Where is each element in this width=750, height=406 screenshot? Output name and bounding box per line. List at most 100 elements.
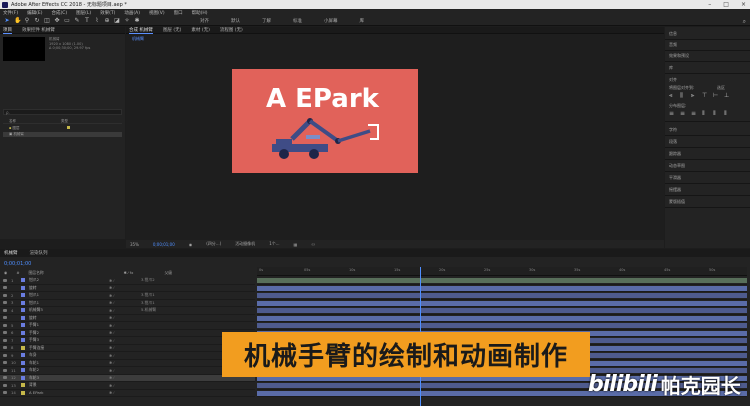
layer-label-color[interactable] <box>21 330 25 335</box>
selection-tool-icon[interactable]: ➤ <box>4 18 10 24</box>
timeline-layer-row[interactable]: 13 背景 ✱ ⁄ <box>0 382 255 390</box>
panel-align[interactable]: 对齐 <box>669 77 677 83</box>
close-icon[interactable]: × <box>741 1 746 8</box>
menu-window[interactable]: 窗口 <box>174 10 183 16</box>
rectangle-tool-icon[interactable]: ▭ <box>64 18 70 24</box>
column-parent[interactable]: 父级 <box>165 270 173 276</box>
layer-name[interactable]: 车轮3 <box>29 375 109 381</box>
visibility-eye-icon[interactable] <box>3 323 7 327</box>
minimize-icon[interactable]: – <box>708 1 711 8</box>
tab-composition[interactable]: 合成 机械臂 <box>129 27 153 34</box>
align-left-icon[interactable]: ⫷ <box>669 93 675 99</box>
menu-animation[interactable]: 动画(A) <box>124 10 140 16</box>
timeline-layer-row[interactable]: 14 A EPark ✱ ⁄ <box>0 390 255 397</box>
pen-tool-icon[interactable]: ✎ <box>74 18 80 24</box>
menu-layer[interactable]: 图层(L) <box>76 10 91 16</box>
layer-label-color[interactable] <box>21 353 25 358</box>
visibility-eye-icon[interactable] <box>3 391 7 395</box>
visibility-eye-icon[interactable] <box>3 346 7 350</box>
visibility-eye-icon[interactable] <box>3 353 7 357</box>
visibility-eye-icon[interactable] <box>3 308 7 312</box>
current-timecode[interactable]: 0;00;01;00 <box>153 242 175 247</box>
timeline-layer-row[interactable]: 5 手臂1 ✱ ⁄ <box>0 322 255 330</box>
timeline-current-time[interactable]: 0;00;01;00 <box>4 261 31 267</box>
views-dropdown[interactable]: 1个... <box>269 241 279 247</box>
layer-switches-icon[interactable]: ✱ ⁄ <box>109 300 141 305</box>
layer-label-color[interactable] <box>21 375 25 380</box>
layer-switches-icon[interactable]: ✱ ⁄ <box>109 278 141 283</box>
timeline-layer-row[interactable]: 4 机械臂3 ✱ ⁄ 5.机械臂 <box>0 307 255 315</box>
pan-behind-tool-icon[interactable]: ✥ <box>54 18 60 24</box>
layer-label-color[interactable] <box>21 300 25 305</box>
project-search-input[interactable]: ρ. <box>3 109 122 115</box>
timeline-layer-row[interactable]: 3 钳爪1 ✱ ⁄ 3.钳爪1 <box>0 300 255 307</box>
eraser-tool-icon[interactable]: ◪ <box>114 18 120 24</box>
project-item-folder[interactable]: ▪ 图层 <box>3 126 122 131</box>
distribute-bottom-icon[interactable]: ≡ <box>691 111 697 117</box>
layer-label-color[interactable] <box>21 285 25 290</box>
layer-switches-icon[interactable]: ✱ ⁄ <box>109 323 141 328</box>
layer-switches-icon[interactable]: ✱ ⁄ <box>109 338 141 343</box>
panel-mask-interpolation[interactable]: 蒙版插值 <box>669 199 685 205</box>
visibility-eye-icon[interactable] <box>3 316 7 320</box>
workspace-standard[interactable]: 标准 <box>293 18 302 24</box>
roto-tool-icon[interactable]: ✧ <box>124 18 130 24</box>
layer-label-color[interactable] <box>21 338 25 343</box>
layer-switches-icon[interactable]: ✱ ⁄ <box>109 293 141 298</box>
workspace-align[interactable]: 对齐 <box>200 18 209 24</box>
layer-duration-bar[interactable] <box>257 323 747 328</box>
brush-tool-icon[interactable]: ⌇ <box>94 18 100 24</box>
timeline-layer-row[interactable]: 8 手臂连接 ✱ ⁄ <box>0 345 255 352</box>
search-help-icon[interactable]: ⌕ <box>743 18 746 26</box>
camera-dropdown[interactable]: 活动摄像机 <box>235 241 255 247</box>
timeline-layer-row[interactable]: 1 钳爪2 ✱ ⁄ 3.钳爪2 <box>0 277 255 285</box>
flowchart-icon[interactable]: ⚇ <box>311 242 315 247</box>
resolution-dropdown[interactable]: (四分...) <box>206 241 221 247</box>
clone-tool-icon[interactable]: ⊕ <box>104 18 110 24</box>
puppet-tool-icon[interactable]: ✱ <box>134 18 140 24</box>
snapshot-icon[interactable]: ◉ <box>189 242 193 247</box>
layer-parent[interactable]: 3.钳爪1 <box>141 300 155 306</box>
tab-footage[interactable]: 素材 (无) <box>191 27 209 33</box>
layer-switches-icon[interactable]: ✱ ⁄ <box>109 383 141 388</box>
rotate-tool-icon[interactable]: ↻ <box>34 18 40 24</box>
layer-name[interactable]: 手臂3 <box>29 337 109 343</box>
layer-switches-icon[interactable]: ✱ ⁄ <box>109 390 141 395</box>
visibility-eye-icon[interactable] <box>3 383 7 387</box>
menu-composition[interactable]: 合成(C) <box>51 10 67 16</box>
layer-name[interactable]: 手臂连接 <box>29 345 109 351</box>
layer-switches-icon[interactable]: ✱ ⁄ <box>109 345 141 350</box>
maximize-icon[interactable]: □ <box>723 1 729 8</box>
align-bottom-icon[interactable]: ⊥ <box>724 93 730 99</box>
panel-libraries[interactable]: 库 <box>669 65 673 71</box>
layer-duration-bar[interactable] <box>257 308 747 313</box>
layer-label-color[interactable] <box>21 345 25 350</box>
column-type[interactable]: 类型 <box>61 119 68 123</box>
align-right-icon[interactable]: ⫸ <box>691 93 697 99</box>
panel-character[interactable]: 字符 <box>669 127 677 133</box>
visibility-eye-icon[interactable] <box>3 376 7 380</box>
timeline-layer-row[interactable]: 6 手臂2 ✱ ⁄ <box>0 330 255 337</box>
layer-switches-icon[interactable]: ✱ ⁄ <box>109 375 141 380</box>
layer-duration-bar[interactable] <box>257 300 747 306</box>
visibility-eye-icon[interactable] <box>3 301 7 305</box>
layer-name[interactable]: 车身 <box>29 352 109 358</box>
layer-name[interactable]: 旋转 <box>29 315 109 321</box>
distribute-right-icon[interactable]: ⦀ <box>724 111 730 117</box>
align-top-icon[interactable]: ⊤ <box>702 93 708 99</box>
layer-switches-icon[interactable]: ✱ ⁄ <box>109 285 141 290</box>
layer-label-color[interactable] <box>21 390 25 395</box>
menu-help[interactable]: 帮助(H) <box>192 10 208 16</box>
workspace-default[interactable]: 默认 <box>231 18 240 24</box>
timeline-layer-row[interactable]: 12 车轮3 ✱ ⁄ <box>0 374 255 382</box>
visibility-eye-icon[interactable] <box>3 278 7 282</box>
zoom-dropdown[interactable]: 35% <box>130 242 139 247</box>
composition-breadcrumb[interactable]: 机械臂 <box>132 36 144 42</box>
layer-label-color[interactable] <box>21 360 25 365</box>
layer-label-color[interactable] <box>21 368 25 373</box>
panel-info[interactable]: 信息 <box>669 31 677 37</box>
layer-name[interactable]: 钳爪1 <box>29 292 109 298</box>
layer-switches-icon[interactable]: ✱ ⁄ <box>109 360 141 365</box>
tab-flowchart[interactable]: 流程图 (无) <box>220 27 243 33</box>
column-name[interactable]: 名称 <box>9 119 16 123</box>
